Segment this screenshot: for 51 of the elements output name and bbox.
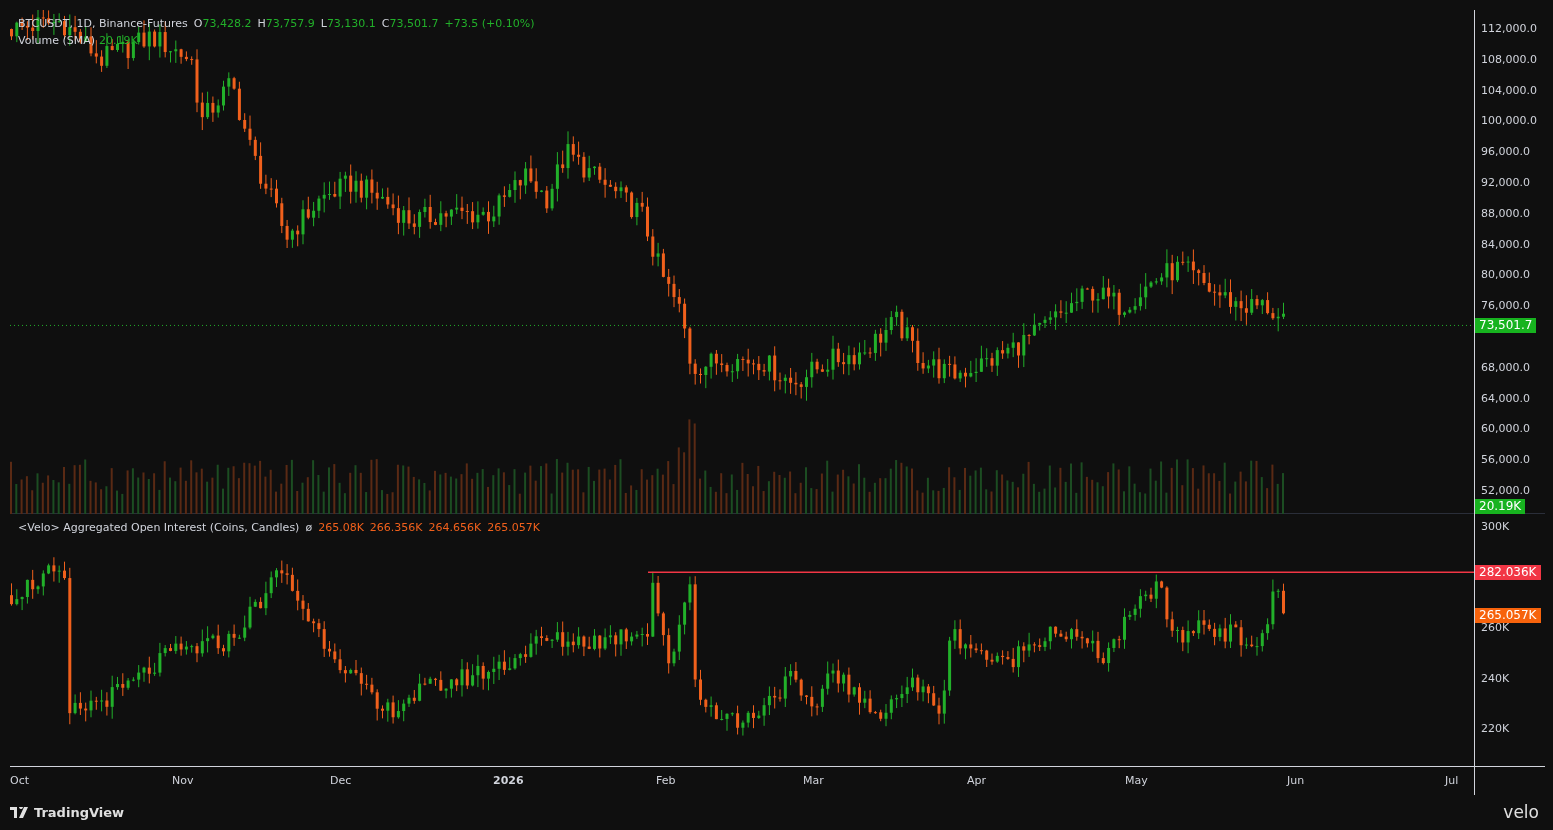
price-tick: 80,000.0 — [1481, 268, 1530, 283]
price-tick: 96,000.0 — [1481, 145, 1530, 160]
ohlc-value: 73,757.9 — [265, 16, 315, 32]
ohlc-value: 73,130.1 — [326, 16, 376, 32]
price-tick: 56,000.0 — [1481, 453, 1530, 468]
price-label: 73,501.7 — [1475, 318, 1537, 334]
time-label: Feb — [656, 773, 676, 789]
price-tick: 112,000.0 — [1481, 22, 1537, 36]
time-label: Dec — [330, 773, 352, 789]
oi-value: 265.057K — [487, 520, 540, 536]
ohlc-value: 73,428.2 — [202, 16, 252, 32]
price-tick: 60,000.0 — [1481, 422, 1530, 437]
ohlc-value: 73,501.7 — [389, 16, 439, 32]
oi-tick: 220K — [1481, 722, 1510, 736]
price-tick: 100,000.0 — [1481, 114, 1537, 129]
time-label: Oct — [10, 773, 30, 789]
oi-value: 264.656K — [428, 520, 482, 536]
time-label: Jul — [1445, 773, 1459, 789]
price-tick: 92,000.0 — [1481, 176, 1530, 190]
time-label: 2026 — [493, 773, 524, 789]
price-tick: 88,000.0 — [1481, 206, 1530, 221]
price-tick: 64,000.0 — [1481, 391, 1530, 406]
price-label: 20.19K — [1475, 499, 1526, 514]
price-tick: 84,000.0 — [1481, 237, 1530, 252]
ohlc-label: L — [320, 16, 327, 32]
average-symbol: ø — [305, 520, 313, 536]
oi-tick: 260K — [1481, 621, 1510, 635]
time-label: Mar — [803, 773, 824, 789]
price-tick: 104,000.0 — [1481, 83, 1537, 98]
oi-value: 265.08K — [318, 520, 364, 536]
time-label: May — [1125, 773, 1148, 789]
price-tick: 108,000.0 — [1481, 52, 1537, 67]
oi-tick: 300K — [1481, 520, 1510, 534]
price-tick: 52,000.0 — [1481, 484, 1530, 498]
price-label: 282.036K — [1475, 565, 1541, 581]
partner-logo: velo — [1503, 800, 1539, 824]
brand-name: TradingView — [34, 803, 125, 822]
ohlc-label: O — [193, 16, 203, 32]
price-change: +73.5 (+0.10%) — [444, 16, 535, 32]
time-label: Nov — [172, 773, 194, 789]
indicator-title: <Velo> Aggregated Open Interest (Coins, Candles) — [18, 520, 300, 536]
price-tick: 76,000.0 — [1481, 299, 1530, 314]
oi-tick: 240K — [1481, 671, 1510, 686]
price-label: 265.057K — [1475, 608, 1541, 624]
time-label: Jun — [1287, 773, 1305, 789]
time-label: Apr — [967, 773, 987, 789]
ohlc-label: H — [257, 16, 266, 32]
oi-value: 266.356K — [369, 520, 423, 536]
price-tick: 68,000.0 — [1481, 360, 1530, 375]
ohlc-label: C — [381, 16, 390, 32]
logo-icon — [10, 807, 30, 818]
